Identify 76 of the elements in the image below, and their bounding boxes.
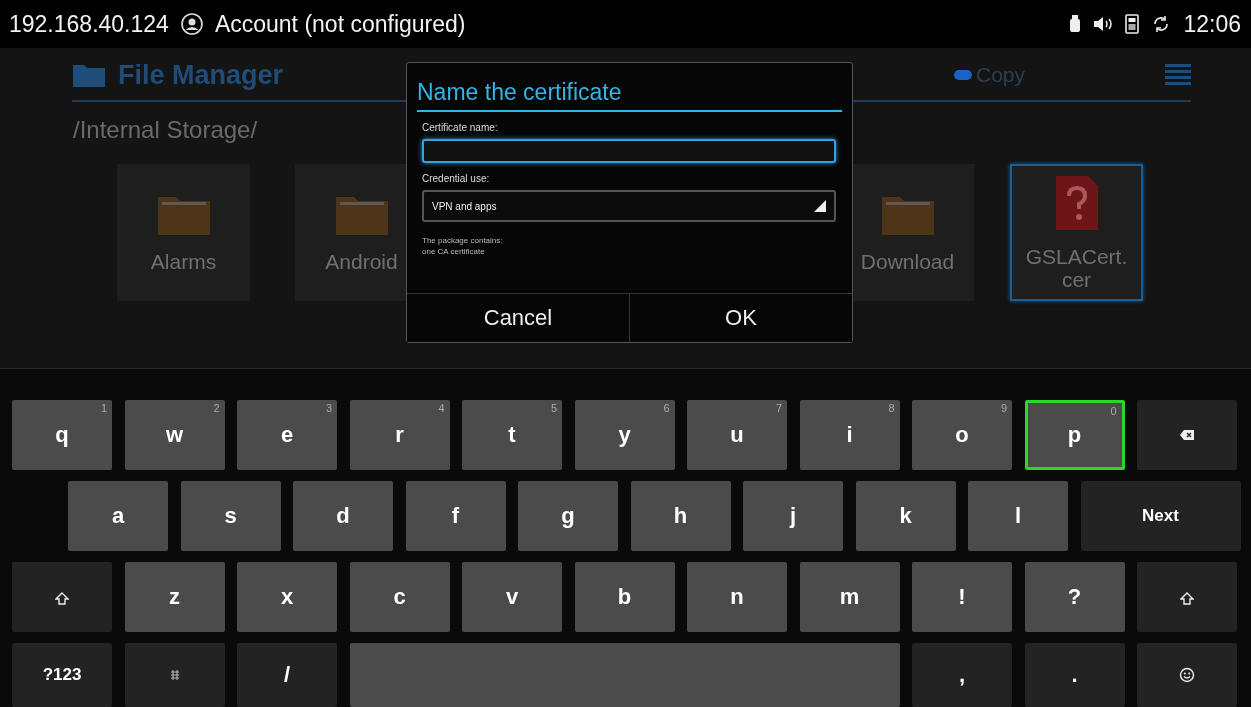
letter-key[interactable]: o 9 [912, 400, 1012, 470]
backspace-key[interactable] [1137, 400, 1237, 470]
keyboard-settings-icon [168, 669, 181, 681]
symbol-key[interactable]: / [237, 643, 337, 707]
backspace-icon [1180, 430, 1194, 440]
letter-key[interactable]: j [743, 481, 843, 551]
letter-key[interactable]: a [68, 481, 168, 551]
key-hint: 3 [325, 402, 332, 414]
letter-key[interactable]: t 5 [462, 400, 562, 470]
key-hint: 5 [550, 402, 557, 414]
dialog-button[interactable]: OK [629, 294, 852, 342]
app-title: File Manager [118, 59, 284, 91]
settings-key[interactable] [124, 643, 225, 707]
letter-key[interactable]: w 2 [124, 400, 225, 470]
clock-time: 12:06 [1183, 10, 1241, 38]
symbol-key[interactable]: . [1024, 643, 1125, 707]
file-name: Android [325, 251, 398, 274]
person-icon [180, 13, 203, 35]
letter-key[interactable]: u 7 [687, 400, 787, 470]
space-key[interactable] [349, 643, 900, 707]
question-file-icon [1053, 174, 1100, 233]
phone-icon [1125, 14, 1140, 34]
letter-key[interactable]: f [405, 481, 506, 551]
key-hint: 2 [213, 402, 220, 414]
letter-key[interactable]: ! [912, 562, 1012, 632]
shift-key[interactable] [1137, 562, 1237, 632]
letter-key[interactable]: k [855, 481, 956, 551]
field-label: Certificate name: [422, 122, 499, 133]
ip-address: 192.168.40.124 [9, 10, 169, 38]
folder-path: /Internal Storage/ [73, 116, 258, 144]
credential-use-dropdown[interactable]: VPN and apps [422, 190, 836, 222]
shift-arrow-icon [55, 592, 69, 606]
key-hint: 1 [100, 402, 107, 414]
shift-arrow-icon [1180, 592, 1194, 606]
dialog-title: Name the certificate [417, 73, 842, 112]
letter-key[interactable]: e 3 [237, 400, 337, 470]
letter-key[interactable]: v [462, 562, 562, 632]
letter-key[interactable]: y 6 [574, 400, 675, 470]
usb-icon [1069, 15, 1082, 33]
account-status: Account (not configured) [214, 10, 466, 38]
letter-key[interactable]: z [124, 562, 225, 632]
key-hint: 7 [775, 402, 782, 414]
letter-key[interactable]: s [180, 481, 281, 551]
shift-key[interactable] [12, 562, 112, 632]
dropdown-triangle-icon [814, 200, 826, 212]
action-key[interactable]: ?123 [12, 643, 112, 707]
letter-key[interactable]: ? [1024, 562, 1125, 632]
letter-key[interactable]: n [687, 562, 787, 632]
letter-key[interactable]: d [293, 481, 393, 551]
letter-key[interactable]: l [968, 481, 1068, 551]
action-key[interactable]: Next [1080, 481, 1241, 551]
key-hint: 4 [438, 402, 445, 414]
file-name: Alarms [150, 251, 217, 274]
file-name: GSLACert. cer [1025, 246, 1128, 291]
letter-key[interactable]: r 4 [349, 400, 450, 470]
file-name: Download [860, 251, 955, 274]
letter-key[interactable]: g [518, 481, 618, 551]
folder-icon [72, 62, 106, 88]
smiley-icon [1179, 667, 1195, 683]
key-hint: 9 [1000, 402, 1007, 414]
letter-key[interactable]: m [799, 562, 900, 632]
letter-key[interactable]: h [630, 481, 731, 551]
key-hint: 6 [663, 402, 670, 414]
letter-key[interactable]: b [574, 562, 675, 632]
emoji-key[interactable] [1137, 643, 1237, 707]
speaker-icon [1093, 16, 1114, 32]
menu-icon[interactable] [1165, 64, 1191, 86]
key-hint: 0 [1110, 405, 1117, 417]
certificate-name-field[interactable] [422, 139, 836, 163]
letter-key[interactable]: p 0 [1024, 400, 1125, 470]
key-hint: 8 [888, 402, 895, 414]
letter-key[interactable]: q 1 [12, 400, 112, 470]
symbol-key[interactable]: , [912, 643, 1012, 707]
letter-key[interactable]: x [237, 562, 337, 632]
letter-key[interactable]: i 8 [799, 400, 900, 470]
letter-key[interactable]: c [349, 562, 450, 632]
